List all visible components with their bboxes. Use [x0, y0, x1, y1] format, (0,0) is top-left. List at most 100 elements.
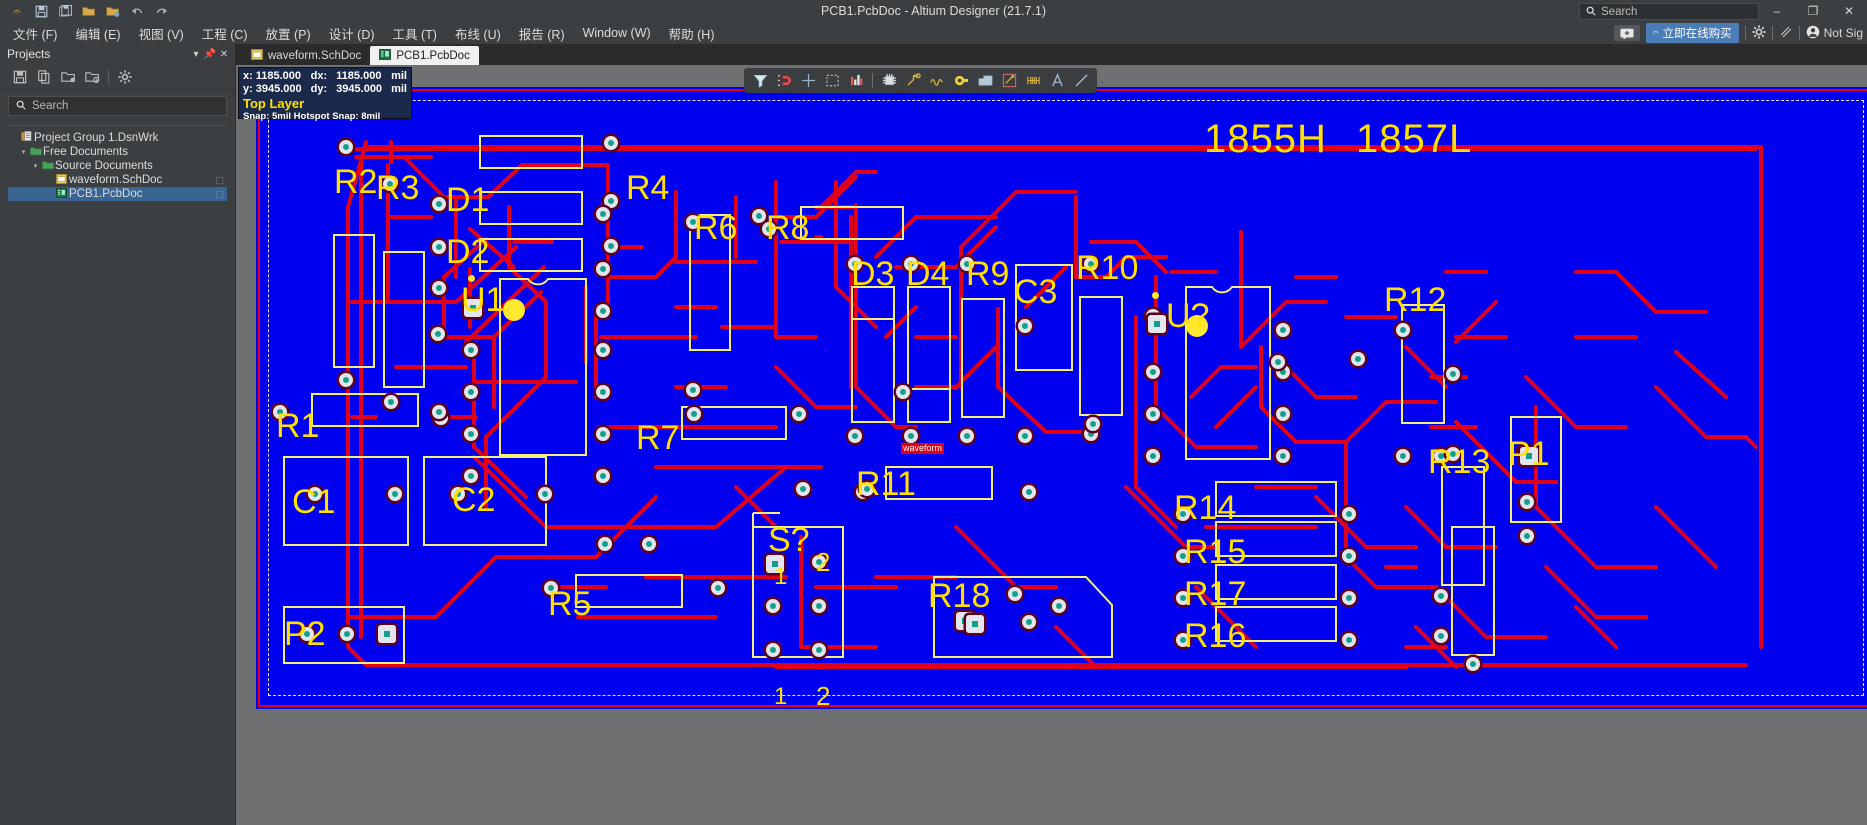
open-project-icon[interactable] — [102, 2, 124, 20]
designator-P2[interactable]: P2 — [284, 617, 326, 651]
pad-square[interactable] — [378, 625, 396, 643]
pad[interactable] — [1342, 549, 1356, 563]
designator-C2[interactable]: C2 — [452, 483, 495, 517]
menu-route[interactable]: 布线 (U) — [446, 22, 510, 45]
pad[interactable] — [1022, 615, 1036, 629]
tab-pcb1-pcbdoc[interactable]: PCB1.PcbDoc — [370, 46, 479, 65]
pad[interactable] — [1520, 529, 1534, 543]
close-icon[interactable]: ✕ — [217, 49, 231, 60]
pad[interactable] — [432, 405, 446, 419]
save-icon[interactable] — [10, 67, 30, 87]
global-search-box[interactable]: Search — [1579, 3, 1759, 20]
pad[interactable] — [1342, 633, 1356, 647]
gear-icon[interactable] — [1752, 24, 1766, 42]
account-status[interactable]: Not Sig — [1806, 25, 1863, 42]
pad[interactable] — [896, 385, 910, 399]
via-icon[interactable] — [950, 70, 972, 91]
pad[interactable] — [596, 469, 610, 483]
pad[interactable] — [812, 643, 826, 657]
pad[interactable] — [1396, 449, 1410, 463]
designator-S-unknown[interactable]: S? — [768, 523, 810, 557]
menu-view[interactable]: 视图 (V) — [130, 22, 193, 45]
pad[interactable] — [604, 194, 618, 208]
pad[interactable] — [1052, 599, 1066, 613]
pad[interactable] — [596, 343, 610, 357]
designator-R6[interactable]: R6 — [694, 211, 737, 245]
pin-icon[interactable]: 📌 — [203, 49, 217, 60]
measure-icon[interactable] — [1022, 70, 1044, 91]
designator-R11[interactable]: R11 — [856, 467, 916, 501]
designator-R2[interactable]: R2 — [334, 165, 377, 199]
pcb-editor-canvas[interactable]: waveform R2 R3 D1 R4 D2 R6 R8 U1 D3 D4 R… — [236, 65, 1867, 825]
tree-item-project-group[interactable]: Project Group 1.DsnWrk — [8, 131, 227, 145]
crosshair-icon[interactable] — [797, 70, 819, 91]
designator-R15[interactable]: R15 — [1184, 535, 1246, 569]
pad[interactable] — [1276, 323, 1290, 337]
tab-waveform-schdoc[interactable]: waveform.SchDoc — [242, 46, 371, 65]
pad[interactable] — [464, 427, 478, 441]
pad[interactable] — [792, 407, 806, 421]
pad[interactable] — [812, 599, 826, 613]
pcb-board[interactable]: waveform R2 R3 D1 R4 D2 R6 R8 U1 D3 D4 R… — [256, 87, 1867, 709]
text-icon[interactable] — [1046, 70, 1068, 91]
pad[interactable] — [960, 429, 974, 443]
pad[interactable] — [464, 385, 478, 399]
tree-arrow[interactable]: ▾ — [19, 148, 28, 156]
designator-R13[interactable]: R13 — [1428, 445, 1490, 479]
filter-icon[interactable] — [749, 70, 771, 91]
tree-item-free-documents[interactable]: ▾ Free Documents — [8, 145, 227, 159]
dimension-icon[interactable] — [998, 70, 1020, 91]
pad[interactable] — [711, 581, 725, 595]
designator-R12[interactable]: R12 — [1384, 283, 1446, 317]
menu-file[interactable]: 文件 (F) — [4, 22, 66, 45]
close-button[interactable]: ✕ — [1831, 0, 1867, 22]
designator-C3[interactable]: C3 — [1014, 275, 1057, 309]
pad[interactable] — [432, 197, 446, 211]
route-net-icon[interactable] — [902, 70, 924, 91]
designator-R17[interactable]: R17 — [1184, 577, 1246, 611]
pad[interactable] — [604, 239, 618, 253]
minimize-button[interactable]: – — [1759, 0, 1795, 22]
designator-D4[interactable]: D4 — [906, 257, 949, 291]
differential-pair-icon[interactable] — [926, 70, 948, 91]
pad[interactable] — [1396, 323, 1410, 337]
pad[interactable] — [1520, 495, 1534, 509]
pad[interactable] — [598, 537, 612, 551]
pad[interactable] — [1146, 365, 1160, 379]
designator-R7[interactable]: R7 — [636, 421, 679, 455]
pad[interactable] — [752, 209, 766, 223]
designator-U-unknown[interactable]: U? — [1166, 299, 1209, 333]
pad[interactable] — [766, 643, 780, 657]
menu-design[interactable]: 设计 (D) — [320, 22, 384, 45]
designator-U1[interactable]: U1 — [461, 283, 504, 317]
pad[interactable] — [1446, 367, 1460, 381]
save-icon[interactable] — [30, 2, 52, 20]
pad[interactable] — [1276, 449, 1290, 463]
open-icon[interactable] — [78, 2, 100, 20]
menu-tools[interactable]: 工具 (T) — [384, 22, 446, 45]
pad[interactable] — [1342, 507, 1356, 521]
tree-item-source-documents[interactable]: ▾ Source Documents — [8, 159, 227, 173]
designator-R3[interactable]: R3 — [376, 171, 419, 205]
pad[interactable] — [1146, 407, 1160, 421]
pad[interactable] — [686, 383, 700, 397]
pad[interactable] — [596, 207, 610, 221]
pad[interactable] — [766, 599, 780, 613]
pad[interactable] — [596, 304, 610, 318]
pad[interactable] — [596, 427, 610, 441]
pad[interactable] — [1018, 429, 1032, 443]
pad-square[interactable] — [1148, 315, 1166, 333]
tree-arrow[interactable]: ▾ — [31, 162, 40, 170]
magnet-snap-icon[interactable] — [773, 70, 795, 91]
designator-R1[interactable]: R1 — [276, 409, 319, 443]
tree-item-pcb1-pcbdoc[interactable]: PCB1.PcbDoc ⬚ — [8, 187, 227, 201]
menu-help[interactable]: 帮助 (H) — [660, 22, 724, 45]
component-icon[interactable] — [878, 70, 900, 91]
pad[interactable] — [340, 627, 354, 641]
pad[interactable] — [1271, 355, 1285, 369]
menu-window[interactable]: Window (W) — [574, 24, 660, 42]
pad[interactable] — [904, 429, 918, 443]
altium-logo-icon[interactable]: 𝄐 — [6, 2, 28, 20]
designator-P1[interactable]: P1 — [1508, 437, 1550, 471]
recent-folder-icon[interactable] — [82, 67, 102, 87]
